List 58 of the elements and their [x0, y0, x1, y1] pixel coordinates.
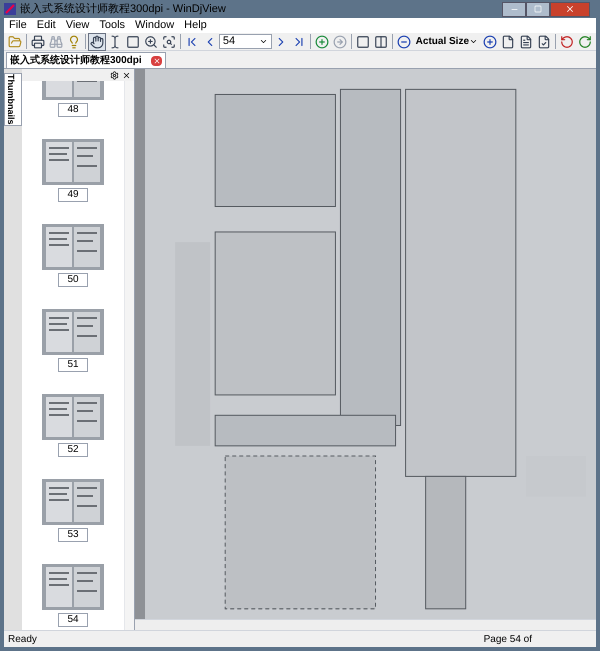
menu-item[interactable]: Window [130, 17, 180, 34]
menu-item[interactable]: Edit [32, 17, 61, 34]
rotate-right-icon [578, 34, 592, 48]
menu-item[interactable]: View [60, 17, 94, 34]
page-number-label: 52 [58, 443, 88, 457]
fit-width-icon [537, 34, 552, 48]
minimize-button[interactable] [502, 2, 526, 16]
plus-circle-button[interactable] [312, 32, 331, 50]
tab-close-button[interactable] [151, 56, 162, 66]
page-number-label: 50 [58, 273, 88, 287]
zoom-out-icon [396, 34, 411, 48]
settings-icon[interactable] [110, 70, 119, 80]
page-number-label: 54 [58, 613, 88, 627]
fit-page-icon [519, 34, 534, 48]
close-icon [152, 56, 160, 64]
printer-icon [30, 34, 45, 48]
printer-button[interactable] [28, 32, 47, 50]
page-number-label: 53 [58, 528, 88, 542]
zoom-in-icon [144, 34, 158, 48]
two-pages-icon [374, 34, 388, 48]
single-page-icon [356, 34, 370, 48]
menu-item[interactable]: Tools [94, 17, 130, 34]
status-text: Ready [8, 632, 37, 646]
zoom-combobox[interactable]: Actual Size [412, 34, 482, 49]
page-icon [501, 34, 516, 48]
arrow-circle-button[interactable] [330, 32, 349, 50]
menu-item[interactable]: File [4, 17, 32, 34]
zoom-in-icon [483, 34, 498, 48]
page-combobox[interactable]: 54 [218, 34, 272, 49]
plus-circle-icon [314, 34, 329, 48]
page-number-label: 51 [58, 358, 88, 372]
app-icon [4, 3, 16, 15]
zoom-in-button[interactable] [481, 32, 500, 50]
binoculars-icon [48, 34, 63, 48]
close-button[interactable] [550, 2, 590, 16]
horizontal-scrollbar[interactable] [135, 619, 596, 630]
maximize-button[interactable] [526, 2, 550, 16]
dropdown-icon [258, 37, 268, 46]
arrow-circle-icon [332, 34, 347, 48]
maximize-icon [534, 5, 542, 13]
rectangle-icon [126, 34, 140, 48]
zoom-area-icon [162, 34, 176, 48]
hand-icon [90, 34, 104, 48]
zoom-out-button[interactable] [394, 32, 413, 50]
close-icon[interactable] [122, 70, 131, 80]
thumbnails-tab[interactable]: Thumbnails [4, 73, 22, 126]
rotate-left-icon [560, 34, 574, 48]
hand-tool-button[interactable] [88, 32, 106, 50]
menu-item[interactable]: Help [179, 17, 212, 34]
scrollbar[interactable] [124, 81, 134, 630]
page-number-label: 49 [58, 188, 88, 202]
dropdown-icon [469, 37, 478, 46]
document-tab[interactable]: 嵌入式系统设计师教程300dpi [6, 52, 166, 68]
page-number-label: 48 [58, 103, 88, 117]
folder-icon [8, 34, 22, 48]
page-status: Page 54 of [484, 632, 532, 646]
close-icon [565, 4, 575, 14]
window-title: 嵌入式系统设计师教程300dpi - WinDjView [20, 2, 227, 17]
